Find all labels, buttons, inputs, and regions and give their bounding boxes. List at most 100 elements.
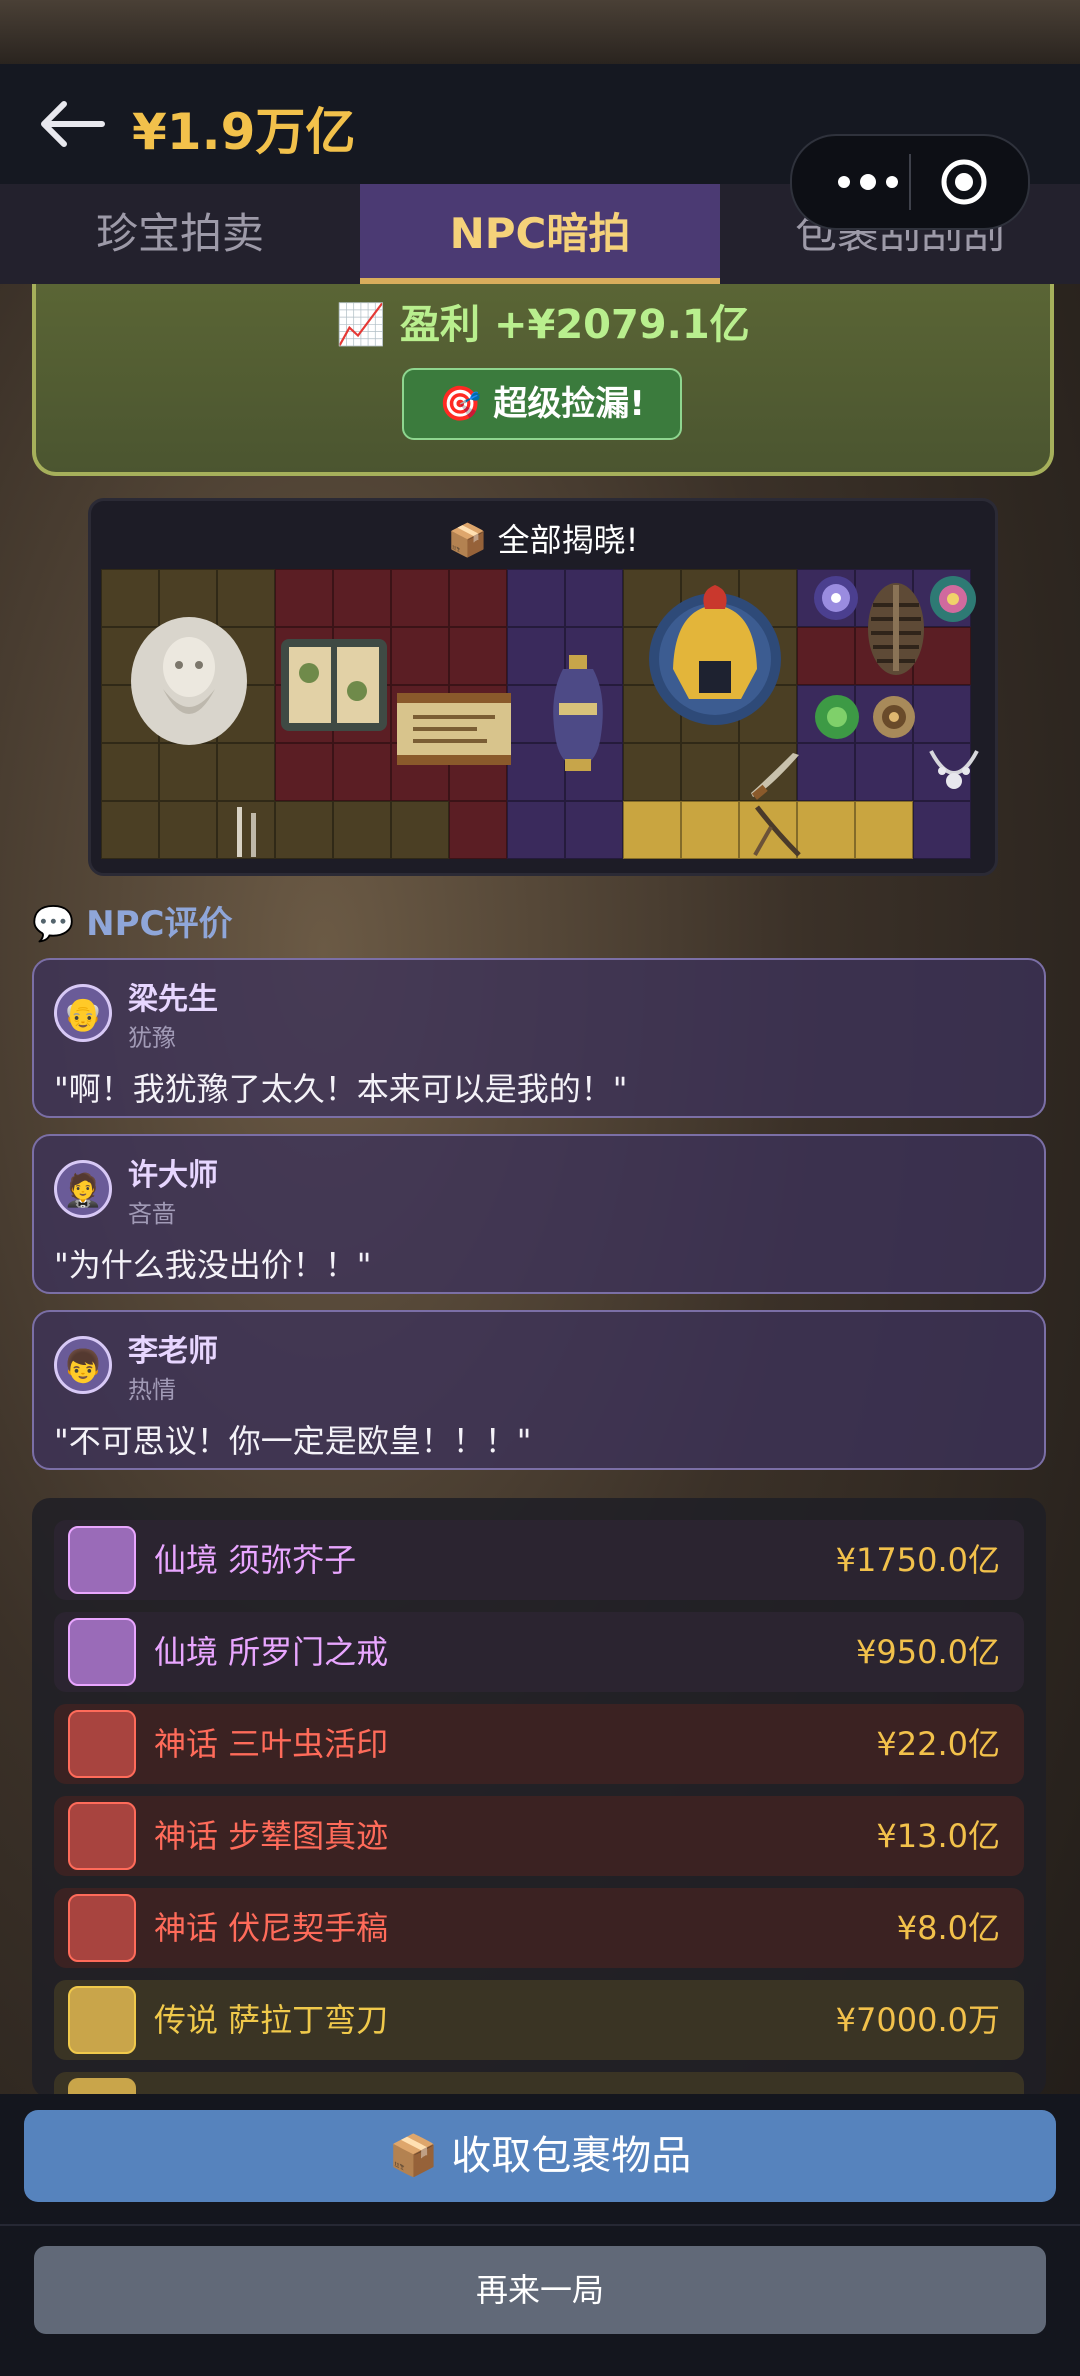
grid-cell xyxy=(275,743,333,801)
hairpin-icon[interactable] xyxy=(227,803,271,863)
npc-quote: "啊！我犹豫了太久！本来可以是我的！" xyxy=(54,1070,628,1108)
item-thumbnail xyxy=(68,1894,136,1962)
grid-cell xyxy=(333,801,391,859)
grid-cell xyxy=(159,743,217,801)
item-thumbnail xyxy=(68,1710,136,1778)
grid-cell xyxy=(797,801,855,859)
item-thumbnail xyxy=(68,1802,136,1870)
grid-cell xyxy=(101,801,159,859)
scroll-painting-icon[interactable] xyxy=(397,685,511,775)
grid-cell xyxy=(855,801,913,859)
npc-avatar: 👦 xyxy=(54,1336,112,1394)
rainbow-gem-icon[interactable] xyxy=(927,573,979,629)
grid-cell xyxy=(797,743,855,801)
capsule-divider xyxy=(909,154,911,210)
item-name: 传说 萨拉丁弯刀 xyxy=(154,2001,389,2039)
solomon-ring-icon[interactable] xyxy=(869,691,919,747)
npc-name: 许大师 xyxy=(128,1158,218,1193)
grid-cell xyxy=(913,685,971,743)
grid-cell xyxy=(913,801,971,859)
item-name: 神话 三叶虫活印 xyxy=(154,1725,389,1763)
grid-cell xyxy=(217,743,275,801)
grid-cell xyxy=(391,627,449,685)
grid-cell xyxy=(159,801,217,859)
balance-amount: ¥1.9万亿 xyxy=(132,103,356,161)
grid-cell xyxy=(449,627,507,685)
npc-quote: "不可思议！你一定是欧皇！！！" xyxy=(54,1422,532,1460)
npc-avatar: 👴 xyxy=(54,984,112,1042)
npc-comment-card: 👴 梁先生 犹豫 "啊！我犹豫了太久！本来可以是我的！" xyxy=(32,958,1046,1118)
item-price: ¥13.0亿 xyxy=(876,1817,1000,1855)
more-dots-icon[interactable] xyxy=(832,166,904,198)
grid-cell xyxy=(101,743,159,801)
item-name: 仙境 所罗门之戒 xyxy=(154,1633,389,1671)
grid-cell xyxy=(623,801,681,859)
list-item[interactable]: 神话 三叶虫活印 ¥22.0亿 xyxy=(54,1704,1024,1784)
green-jade-icon[interactable] xyxy=(811,691,863,747)
grid-cell xyxy=(275,801,333,859)
list-item[interactable]: 神话 伏尼契手稿 ¥8.0亿 xyxy=(54,1888,1024,1968)
porcelain-vase-icon[interactable] xyxy=(549,655,607,777)
package-grid-panel: 📦 全部揭晓! xyxy=(88,498,998,876)
npc-comment-card: 🤵 许大师 吝啬 "为什么我没出价！！" xyxy=(32,1134,1046,1294)
super-bargain-badge: 🎯 超级捡漏! xyxy=(402,368,682,440)
npc-mood: 犹豫 xyxy=(128,1024,176,1052)
package-grid xyxy=(101,569,983,859)
list-item[interactable]: 传说 萨拉丁弯刀 ¥7000.0万 xyxy=(54,1980,1024,2060)
voynich-manuscript-icon[interactable] xyxy=(279,633,389,741)
npc-mood: 吝啬 xyxy=(128,1200,176,1228)
grid-cell xyxy=(507,801,565,859)
profit-text: 📈 盈利 +¥2079.1亿 xyxy=(336,302,750,348)
item-price: ¥8.0亿 xyxy=(896,1909,1000,1947)
saladin-scimitar-icon[interactable] xyxy=(747,803,805,863)
grid-cell xyxy=(507,569,565,627)
grid-cell xyxy=(681,801,739,859)
grid-title: 📦 全部揭晓! xyxy=(447,521,639,559)
tab-npc-blind-auction[interactable]: NPC暗拍 xyxy=(360,184,720,284)
grid-cell xyxy=(797,627,855,685)
tab-treasure-auction[interactable]: 珍宝拍卖 xyxy=(0,184,360,284)
item-price: ¥22.0亿 xyxy=(876,1725,1000,1763)
grid-cell xyxy=(623,743,681,801)
list-item[interactable]: 仙境 须弥芥子 ¥1750.0亿 xyxy=(54,1520,1024,1600)
grid-cell xyxy=(275,569,333,627)
zeus-bust-icon[interactable] xyxy=(127,611,251,751)
item-price: ¥950.0亿 xyxy=(856,1633,1000,1671)
grid-cell xyxy=(681,743,739,801)
npc-comment-card: 👦 李老师 热情 "不可思议！你一定是欧皇！！！" xyxy=(32,1310,1046,1470)
profit-card: 📈 盈利 +¥2079.1亿 🎯 超级捡漏! xyxy=(32,284,1054,476)
dagger-icon[interactable] xyxy=(749,749,803,805)
collect-items-button[interactable]: 📦 收取包裹物品 xyxy=(24,2110,1056,2202)
list-item[interactable]: 神话 步辇图真迹 ¥13.0亿 xyxy=(54,1796,1024,1876)
grid-cell xyxy=(391,569,449,627)
grid-cell xyxy=(449,569,507,627)
item-name: 神话 步辇图真迹 xyxy=(154,1817,389,1855)
grid-cell xyxy=(565,801,623,859)
grid-cell xyxy=(333,743,391,801)
arrow-left-icon[interactable] xyxy=(36,96,108,152)
trilobite-icon[interactable] xyxy=(863,575,929,683)
grid-cell xyxy=(565,569,623,627)
item-thumbnail xyxy=(68,1986,136,2054)
npc-avatar: 🤵 xyxy=(54,1160,112,1218)
npc-quote: "为什么我没出价！！" xyxy=(54,1246,372,1284)
item-list-panel: 仙境 须弥芥子 ¥1750.0亿 仙境 所罗门之戒 ¥950.0亿 神话 三叶虫… xyxy=(32,1498,1046,2098)
item-price: ¥7000.0万 xyxy=(835,2001,1000,2039)
cosmic-orb-icon[interactable] xyxy=(811,573,861,627)
top-background xyxy=(0,0,1080,64)
item-name: 仙境 须弥芥子 xyxy=(154,1541,357,1579)
grid-cell xyxy=(449,801,507,859)
list-item[interactable]: 仙境 所罗门之戒 ¥950.0亿 xyxy=(54,1612,1024,1692)
item-thumbnail xyxy=(68,1526,136,1594)
npc-mood: 热情 xyxy=(128,1376,176,1404)
golden-helmet-icon[interactable] xyxy=(645,579,785,733)
item-name: 神话 伏尼契手稿 xyxy=(154,1909,389,1947)
grid-cell xyxy=(391,801,449,859)
divider xyxy=(0,2224,1080,2226)
item-price: ¥1750.0亿 xyxy=(835,1541,1000,1579)
npc-section-title: 💬 NPC评价 xyxy=(32,904,233,944)
silver-necklace-icon[interactable] xyxy=(927,745,981,807)
npc-name: 李老师 xyxy=(128,1334,218,1369)
play-again-button[interactable]: 再来一局 xyxy=(34,2246,1046,2334)
close-target-icon[interactable] xyxy=(940,158,988,206)
